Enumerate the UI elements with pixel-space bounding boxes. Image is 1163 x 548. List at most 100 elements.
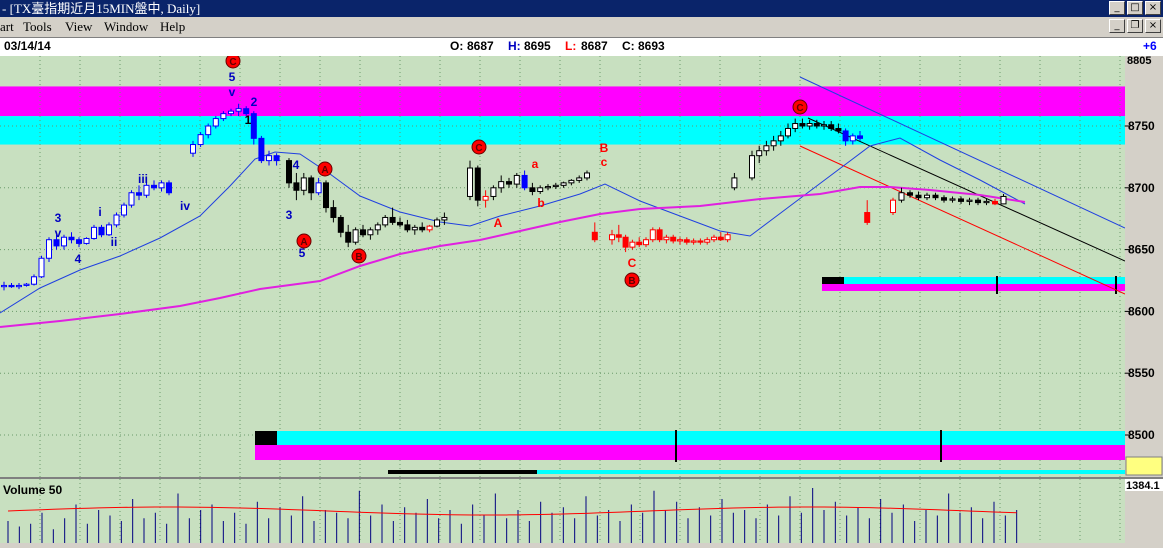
wave-label: 1 bbox=[245, 113, 252, 127]
candle-body bbox=[677, 239, 683, 242]
menu-bar: art Tools View Window Help bbox=[0, 17, 1163, 37]
price-chart[interactable]: 3v4iiiiiiiv5v12345abcBACCABCABC bbox=[0, 53, 1126, 477]
candle-body bbox=[975, 199, 981, 204]
candle-body bbox=[46, 239, 52, 259]
candle-body bbox=[770, 140, 777, 147]
candle-body bbox=[849, 135, 856, 142]
candle-body bbox=[330, 207, 337, 218]
candle-body bbox=[323, 182, 329, 209]
candle-body bbox=[529, 187, 536, 193]
candle-body bbox=[717, 236, 724, 241]
wave-label: v bbox=[55, 226, 62, 240]
candle-body bbox=[374, 224, 381, 231]
wave-label: ii bbox=[111, 235, 118, 249]
candle-body bbox=[300, 177, 307, 191]
window-title: - [TX臺指期近月15MIN盤中, Daily] bbox=[2, 1, 201, 16]
candle-body bbox=[792, 123, 799, 129]
candle-body bbox=[537, 187, 544, 193]
candle-body bbox=[615, 234, 622, 238]
candle-body bbox=[106, 224, 112, 236]
candle-body bbox=[23, 283, 30, 286]
wave-label: 2 bbox=[251, 95, 258, 109]
candle-body bbox=[91, 226, 97, 239]
candle-body bbox=[98, 226, 105, 236]
mdi-restore-button[interactable]: ❐ bbox=[1127, 19, 1143, 33]
candle-body bbox=[756, 150, 763, 157]
candle-body bbox=[857, 135, 863, 139]
menu-help[interactable]: Help bbox=[160, 19, 185, 35]
candle-body bbox=[128, 192, 135, 206]
candle-body bbox=[352, 229, 359, 243]
candle-body bbox=[636, 241, 643, 246]
candle-body bbox=[749, 155, 755, 179]
axis-tick-label: 8550 bbox=[1128, 366, 1155, 380]
menu-window[interactable]: Window bbox=[104, 19, 148, 35]
axis-tick-label: 8600 bbox=[1128, 304, 1155, 318]
candle-body bbox=[763, 145, 770, 152]
candle-body bbox=[397, 221, 403, 226]
candle-body bbox=[821, 124, 827, 127]
strip-black-upper bbox=[822, 277, 844, 284]
volume-chart-area[interactable]: Volume 50 bbox=[0, 479, 1125, 543]
candle-body bbox=[622, 236, 629, 248]
wave-label: 3 bbox=[286, 208, 293, 222]
wave-label: C bbox=[628, 256, 637, 270]
candle-body bbox=[591, 231, 598, 241]
candle-body bbox=[663, 236, 670, 241]
candle-body bbox=[38, 257, 45, 278]
candle-body bbox=[8, 284, 15, 288]
minimize-button[interactable]: _ bbox=[1109, 1, 1125, 15]
candle-body bbox=[266, 155, 272, 162]
menu-chart[interactable]: art bbox=[0, 19, 14, 35]
candle-body bbox=[250, 113, 257, 139]
axis-top-label: 8805 bbox=[1127, 56, 1151, 67]
circled-wave-label: A bbox=[300, 237, 307, 248]
wave-label: 3 bbox=[55, 211, 62, 225]
wave-label: c bbox=[601, 155, 608, 169]
candle-body bbox=[337, 216, 344, 233]
candle-body bbox=[941, 197, 947, 201]
candle-body bbox=[426, 225, 433, 231]
candle-body bbox=[190, 144, 196, 154]
candle-body bbox=[419, 226, 426, 231]
axis-tick-label: 8750 bbox=[1128, 119, 1155, 133]
candle-body bbox=[966, 199, 973, 202]
candle-body bbox=[785, 127, 791, 137]
candle-body bbox=[113, 214, 120, 226]
band-resistance-cyan bbox=[0, 116, 1125, 145]
circled-wave-label: C bbox=[796, 103, 803, 114]
mdi-close-button[interactable]: × bbox=[1145, 19, 1161, 33]
candle-body bbox=[228, 110, 234, 115]
candle-body bbox=[235, 108, 242, 112]
candle-body bbox=[584, 172, 590, 179]
menu-view[interactable]: View bbox=[65, 19, 92, 35]
menu-tools[interactable]: Tools bbox=[23, 19, 52, 35]
price-chart-area[interactable]: 3 v 4 i ii iii iv 5 v 1 2 3 4 5 a b c B A C C A B C A B C bbox=[0, 53, 1126, 477]
candle-body bbox=[731, 177, 738, 189]
candle-body bbox=[382, 216, 389, 226]
change-value: +6 bbox=[1143, 39, 1157, 53]
candle-body bbox=[864, 212, 871, 223]
wave-label: b bbox=[537, 196, 544, 210]
volume-title: Volume 50 bbox=[3, 483, 62, 497]
candle-body bbox=[835, 127, 842, 132]
strip-cyan-upper bbox=[822, 277, 1125, 284]
volume-chart[interactable]: Volume 50 bbox=[0, 479, 1125, 543]
candle-body bbox=[506, 181, 512, 185]
candle-body bbox=[643, 239, 649, 246]
candle-body bbox=[205, 125, 212, 136]
maximize-button[interactable]: □ bbox=[1127, 1, 1143, 15]
close-button[interactable]: × bbox=[1145, 1, 1161, 15]
low-label: L: bbox=[565, 39, 577, 53]
price-axis-svg: 8805 8500 8550 8600 8650 8700 8750 bbox=[1125, 55, 1163, 477]
strip-black-lower bbox=[255, 431, 277, 445]
candle-body bbox=[434, 219, 440, 227]
mdi-minimize-button[interactable]: _ bbox=[1109, 19, 1125, 33]
candle-body bbox=[949, 198, 956, 201]
candle-body bbox=[629, 241, 636, 248]
candle-body bbox=[490, 187, 497, 197]
strip-magenta-lower bbox=[255, 445, 1125, 460]
candle-body bbox=[649, 229, 656, 241]
axis-zoom-icon bbox=[1125, 456, 1163, 476]
candle-body bbox=[513, 174, 520, 185]
